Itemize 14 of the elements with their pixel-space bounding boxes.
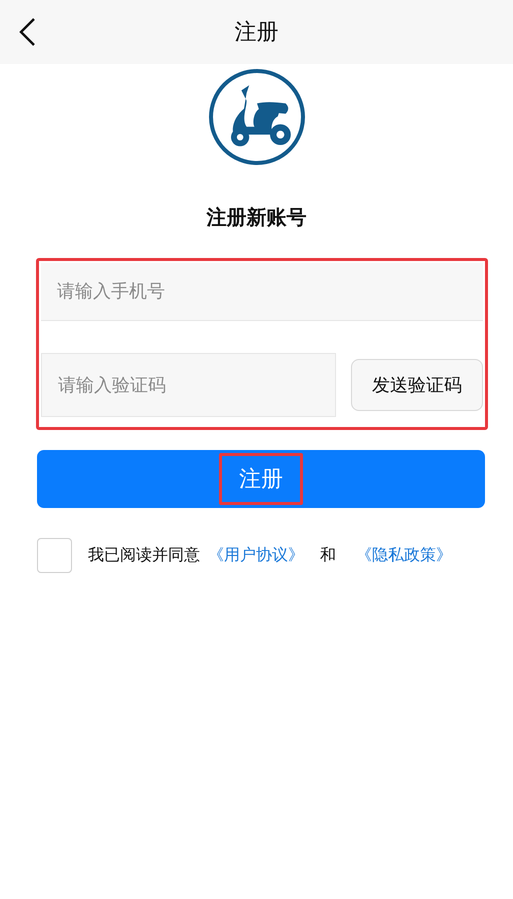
user-agreement-link[interactable]: 《用户协议》 [208, 545, 304, 566]
agree-checkbox[interactable] [37, 538, 72, 573]
send-code-button[interactable]: 发送验证码 [351, 359, 483, 411]
code-input-field[interactable]: 请输入验证码 [41, 353, 336, 417]
scooter-logo-icon [208, 68, 306, 166]
agreement-text: 我已阅读并同意 [88, 545, 200, 566]
phone-input-field[interactable]: 请输入手机号 [41, 263, 483, 321]
form-heading: 注册新账号 [205, 204, 308, 231]
register-button[interactable]: 注册 [37, 450, 485, 508]
page-title: 注册 [234, 19, 278, 47]
privacy-policy-link[interactable]: 《隐私政策》 [356, 545, 452, 566]
highlight-frame: 注册 [219, 453, 303, 505]
conjunction-text: 和 [320, 545, 336, 566]
back-icon [18, 17, 36, 47]
